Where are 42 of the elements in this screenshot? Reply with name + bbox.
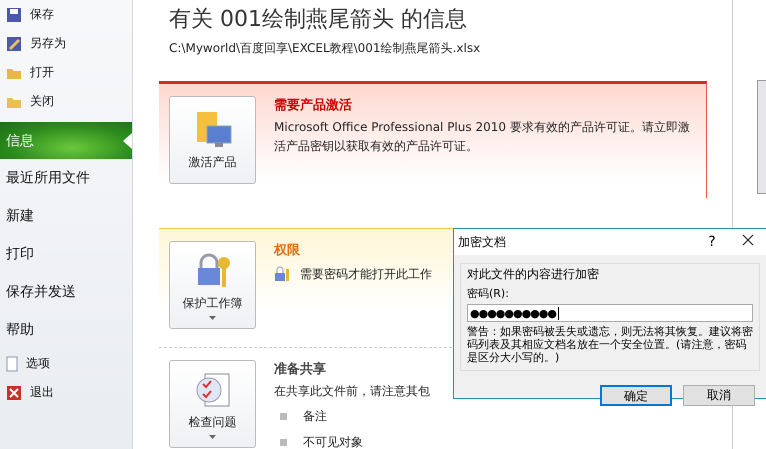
close-icon bbox=[742, 234, 754, 246]
password-field[interactable]: ●●●●●●●●●● bbox=[467, 304, 753, 322]
caret-icon bbox=[209, 434, 216, 438]
bullet-icon bbox=[280, 412, 287, 420]
action-button[interactable]: 保护工作簿 bbox=[169, 241, 256, 329]
file-path: C:\Myworld\百度回享\EXCEL教程\001绘制燕尾箭头.xlsx bbox=[169, 40, 482, 57]
action-button[interactable]: 检查问题 bbox=[169, 360, 256, 448]
card-text: Microsoft Office Professional Plus 2010 要求有效的产品许可证。请立即激活产品密钥以获取有效的产品许可证。 bbox=[274, 119, 691, 155]
page-title: 有关 001绘制燕尾箭头 的信息 bbox=[169, 6, 468, 34]
sidebar-item[interactable]: 保存 bbox=[0, 0, 132, 29]
sidebar-item[interactable]: 打印 bbox=[0, 235, 132, 273]
dialog-button[interactable]: 取消 bbox=[683, 385, 755, 406]
padlock-key-icon bbox=[274, 266, 290, 282]
close-icon bbox=[6, 384, 22, 400]
sidebar-item[interactable]: 打开 bbox=[0, 58, 132, 87]
card-text: 需要密码才能打开此工作 bbox=[300, 266, 432, 282]
warning-text: 警告：如果密码被丢失或遗忘，则无法将其恢复。建议将密码列表及其相应文档名放在一个安全位置。(请注意，密码是区分大小写的。) bbox=[467, 325, 753, 364]
action-button[interactable]: 激活产品 bbox=[169, 96, 256, 184]
card-heading: 需要产品激活 bbox=[274, 96, 353, 114]
card-heading: 权限 bbox=[274, 242, 301, 259]
sidebar-item[interactable]: 最近所用文件 bbox=[0, 159, 132, 197]
help-button[interactable]: ? bbox=[694, 229, 730, 255]
caret-icon bbox=[209, 316, 216, 320]
bullet-text: 不可见对象 bbox=[303, 434, 363, 449]
floppy-pencil-icon bbox=[6, 36, 22, 52]
bullet-icon bbox=[280, 438, 287, 446]
group-label: 对此文件的内容进行加密 bbox=[467, 266, 600, 283]
sidebar-item[interactable]: 另存为 bbox=[0, 29, 132, 58]
sidebar-item[interactable]: 信息 bbox=[0, 122, 132, 159]
card-heading: 准备共享 bbox=[274, 360, 327, 378]
bullet-text: 备注 bbox=[303, 408, 327, 424]
sidebar-item[interactable]: 关闭 bbox=[0, 87, 132, 116]
sidebar-item[interactable]: 帮助 bbox=[0, 311, 132, 349]
sidebar-item[interactable]: 新建 bbox=[0, 197, 132, 235]
sidebar-item[interactable]: 退出 bbox=[0, 378, 132, 407]
dialog-button[interactable]: 确定 bbox=[600, 385, 672, 406]
document-icon bbox=[6, 356, 18, 372]
sidebar-item[interactable]: 选项 bbox=[0, 349, 132, 378]
field-label: 密码(R): bbox=[467, 286, 510, 301]
sidebar-item[interactable]: 保存并发送 bbox=[0, 273, 132, 311]
card-text: 在共享此文件前，请注意其包 bbox=[274, 383, 430, 400]
dialog-title: 加密文档 bbox=[458, 234, 507, 250]
